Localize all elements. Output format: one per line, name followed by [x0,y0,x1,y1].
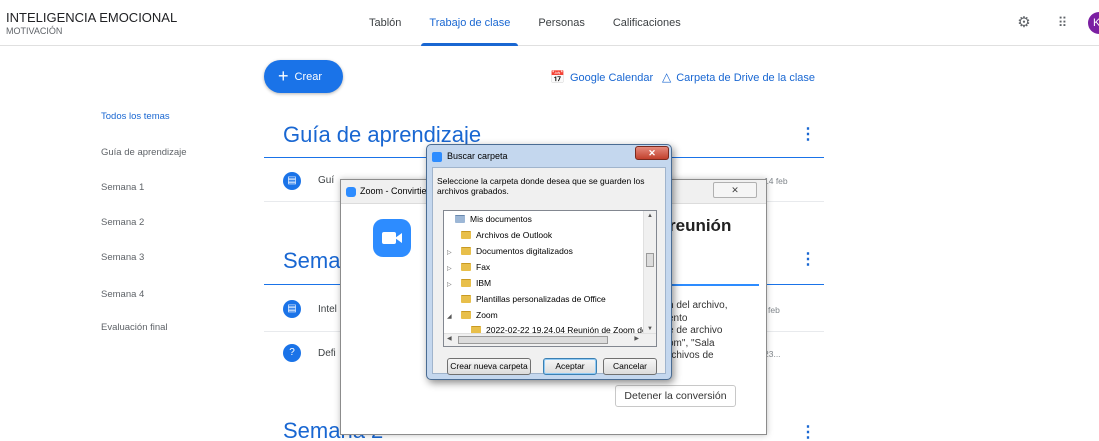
folder-icon [461,311,471,319]
zoom-message-line: e de archivo [668,325,723,336]
tree-item-label: Zoom [476,310,498,320]
google-calendar-link[interactable]: 📅 Google Calendar [550,70,653,84]
stop-conversion-button[interactable]: Detener la conversión [615,385,736,407]
more-options-icon[interactable]: ⋮ [800,422,816,441]
calendar-icon: 📅 [550,70,565,84]
tab-bar: Tablón Trabajo de clase Personas Calific… [355,0,695,46]
apps-grid-icon[interactable]: ⠿ [1053,14,1071,32]
folder-icon [461,247,471,255]
tab-calificaciones[interactable]: Calificaciones [599,0,695,46]
tree-item-label: Mis documentos [470,214,532,224]
sidebar-item-semana-4[interactable]: Semana 4 [101,289,144,300]
tree-item-archivos-outlook[interactable]: Archivos de Outlook [447,228,552,243]
scroll-up-icon[interactable]: ▲ [647,213,653,219]
sidebar-item-guia[interactable]: Guía de aprendizaje [101,147,187,158]
question-icon: ? [283,344,301,362]
browse-folder-dialog: Buscar carpeta ✕ Seleccione la carpeta d… [426,144,672,380]
material-icon: ▤ [283,172,301,190]
tree-item-fax[interactable]: ▷ Fax [447,260,490,275]
zoom-message-line: ento [668,312,688,324]
avatar[interactable]: K [1088,12,1099,34]
sidebar-item-semana-1[interactable]: Semana 1 [101,182,144,193]
list-item-title[interactable]: Intel [318,304,337,315]
more-options-icon[interactable]: ⋮ [800,249,816,269]
zoom-progress-bar [667,284,759,286]
tab-personas[interactable]: Personas [524,0,598,46]
sidebar-item-todos[interactable]: Todos los temas [101,111,170,122]
more-options-icon[interactable]: ⋮ [800,124,816,144]
create-button[interactable]: + Crear [264,60,343,93]
zoom-message-line: rchivos de [668,350,714,361]
tree-item-label: IBM [476,278,492,288]
drive-folder-link[interactable]: △ Carpeta de Drive de la clase [662,70,815,84]
tree-item-plantillas[interactable]: Plantillas personalizadas de Office [447,292,606,307]
tree-item-documentos-digitalizados[interactable]: ▷ Documentos digitalizados [447,244,573,259]
tree-item-ibm[interactable]: ▷ IBM [447,276,491,291]
zoom-message-line: om", "Sala [668,337,715,349]
horizontal-scrollbar[interactable]: ◀ ▶ [444,333,656,346]
expand-arrow-icon[interactable]: ▷ [447,246,455,261]
drive-folder-label: Carpeta de Drive de la clase [676,72,816,84]
scroll-right-icon[interactable]: ▶ [634,335,639,342]
zoom-logo-icon [373,219,411,257]
folder-icon [461,279,471,287]
drive-icon: △ [662,70,672,84]
top-bar: INTELIGENCIA EMOCIONAL MOTIVACIÓN Tablón… [0,0,1099,46]
folder-icon [455,215,465,223]
folder-tree[interactable]: Mis documentos Archivos de Outlook ▷ Docu… [443,210,657,347]
tree-item-label: Archivos de Outlook [476,230,553,240]
list-item-title[interactable]: Defi [318,348,336,359]
course-subtitle: MOTIVACIÓN [6,26,63,36]
sidebar-item-semana-2[interactable]: Semana 2 [101,217,144,228]
cancel-button[interactable]: Cancelar [603,358,657,375]
zoom-window-title: Zoom - Convirtie [360,186,427,196]
folder-icon [461,295,471,303]
folder-icon [461,263,471,271]
close-icon[interactable]: ✕ [713,182,757,198]
tree-item-mis-documentos[interactable]: Mis documentos [447,212,532,227]
tree-item-zoom[interactable]: ◢ Zoom [447,308,498,323]
create-label: Crear [294,71,323,83]
plus-icon: + [278,66,289,86]
scroll-left-icon[interactable]: ◀ [447,335,452,342]
expand-arrow-icon[interactable]: ▷ [447,262,455,277]
tree-item-label: Fax [476,262,491,272]
material-icon: ▤ [283,300,301,318]
course-title[interactable]: INTELIGENCIA EMOCIONAL [6,10,177,25]
dialog-title: Buscar carpeta [447,151,508,161]
zoom-message: n del archivo, ento e de archivo om", "S… [668,300,764,363]
dialog-app-icon [432,152,442,162]
folder-icon [461,231,471,239]
zoom-heading: reunión [669,216,732,235]
tab-trabajo-de-clase[interactable]: Trabajo de clase [415,0,524,46]
sidebar-item-evaluacion[interactable]: Evaluación final [101,322,168,333]
close-icon[interactable]: ✕ [635,146,669,160]
expand-arrow-icon[interactable]: ▷ [447,278,455,293]
list-item-date: feb [768,305,780,315]
tree-item-label: Plantillas personalizadas de Office [476,294,606,304]
dialog-body: Seleccione la carpeta donde desea que se… [432,167,666,375]
sidebar-item-semana-3[interactable]: Semana 3 [101,252,144,263]
scroll-down-icon[interactable]: ▼ [647,326,653,332]
new-folder-button[interactable]: Crear nueva carpeta [447,358,531,375]
scroll-thumb[interactable] [458,336,608,344]
vertical-scrollbar[interactable]: ▲ ▼ [643,211,656,334]
list-item-date: 14 feb [764,176,788,186]
dialog-prompt: Seleccione la carpeta donde desea que se… [437,176,645,196]
list-item-title[interactable]: Guí [318,175,334,186]
scroll-thumb[interactable] [646,253,654,267]
zoom-message-line: n del archivo, [668,300,728,311]
zoom-app-icon [346,187,356,197]
tree-item-label: Documentos digitalizados [476,246,573,256]
accept-button[interactable]: Aceptar [543,358,597,375]
tab-tablon[interactable]: Tablón [355,0,415,46]
gear-icon[interactable]: ⚙ [1015,14,1033,32]
google-calendar-label: Google Calendar [569,72,654,84]
topic-title[interactable]: Sema [283,248,340,274]
